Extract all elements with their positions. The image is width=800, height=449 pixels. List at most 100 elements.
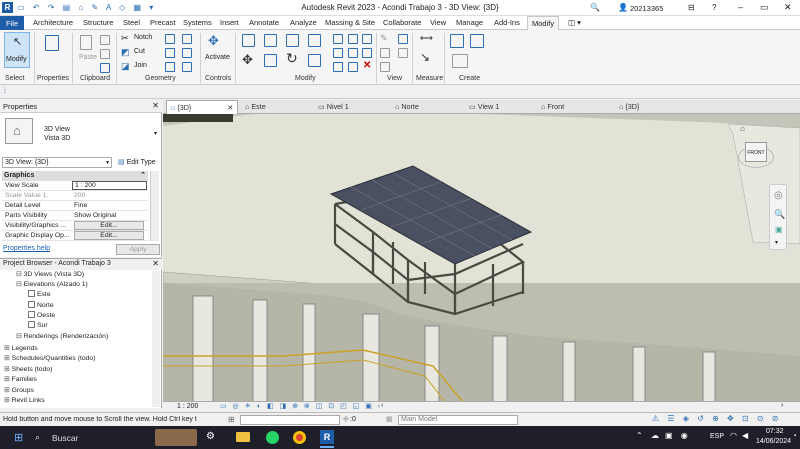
tab-analyze[interactable]: Analyze bbox=[290, 18, 317, 27]
minimize-button[interactable]: – bbox=[738, 2, 743, 12]
view-control-icons[interactable]: ▭ ◎ ☀ ◐ ◧ ◨ ⊕ ⊗ ◫ ⊡ ◰ ◱ ▣ ‹ bbox=[220, 402, 382, 410]
tab-insert[interactable]: Insert bbox=[220, 18, 239, 27]
volume-icon[interactable]: ◀ bbox=[742, 431, 748, 440]
measure-icon[interactable]: ⟷ bbox=[420, 33, 433, 44]
properties-help-link[interactable]: Properties help bbox=[3, 245, 50, 252]
browser-item[interactable]: ⊞ Legends bbox=[4, 344, 38, 352]
tab-steel[interactable]: Steel bbox=[123, 18, 140, 27]
delete-icon[interactable]: ✕ bbox=[363, 60, 371, 71]
close-icon[interactable]: ✕ bbox=[152, 101, 159, 110]
scroll-left-icon[interactable]: ‹ bbox=[381, 402, 383, 409]
tab-manage[interactable]: Manage bbox=[456, 18, 483, 27]
view-tab-este[interactable]: ⌂ Este bbox=[245, 102, 266, 111]
cut-geometry-icon[interactable]: ◩ bbox=[121, 47, 130, 58]
type-name-line2[interactable]: Vista 3D bbox=[44, 135, 70, 142]
browser-item[interactable]: ⊞ Revit Links bbox=[4, 396, 45, 404]
view-icon[interactable] bbox=[28, 311, 35, 318]
scroll-right-icon[interactable]: › bbox=[781, 402, 783, 409]
join-label[interactable]: Join bbox=[134, 62, 147, 69]
offset-icon[interactable] bbox=[264, 34, 277, 47]
graphic-display-edit-button[interactable]: Edit... bbox=[74, 231, 144, 240]
design-option-dropdown[interactable]: Main Model bbox=[398, 415, 518, 425]
tab-annotate[interactable]: Annotate bbox=[249, 18, 279, 27]
tray-chevron-icon[interactable]: ⌃ bbox=[636, 431, 643, 440]
whatsapp-icon[interactable] bbox=[266, 431, 279, 444]
create-assembly-icon[interactable] bbox=[450, 34, 464, 48]
expand-icon[interactable]: ⊟ bbox=[16, 271, 24, 278]
properties-button[interactable] bbox=[38, 32, 66, 68]
detail-level-value[interactable]: Fine bbox=[74, 202, 87, 209]
cut-geometry-label[interactable]: Cut bbox=[134, 48, 145, 55]
view-cube-face[interactable]: FRONT bbox=[745, 142, 767, 162]
help-icon[interactable]: ? bbox=[712, 3, 716, 12]
select-group-label[interactable]: Select bbox=[5, 75, 24, 82]
steering-wheel-icon[interactable]: ◎ bbox=[774, 190, 783, 201]
language-indicator[interactable]: ESP bbox=[710, 433, 724, 440]
view-tool-2-icon[interactable] bbox=[398, 48, 408, 58]
tab-modify[interactable]: Modify bbox=[527, 16, 560, 31]
modify-tool-button[interactable]: ↖ Modify bbox=[4, 32, 30, 68]
scale-icon[interactable] bbox=[333, 62, 343, 72]
tab-massing-site[interactable]: Massing & Site bbox=[325, 18, 375, 27]
tab-structure[interactable]: Structure bbox=[83, 18, 113, 27]
activate-label[interactable]: Activate bbox=[205, 54, 230, 61]
join-icon[interactable]: ◪ bbox=[121, 61, 130, 72]
browser-item[interactable]: ⊞ Groups bbox=[4, 386, 34, 394]
view-scale[interactable]: 1 : 200 bbox=[177, 403, 198, 410]
workset-dropdown[interactable] bbox=[240, 415, 340, 425]
align-icon[interactable] bbox=[242, 34, 255, 47]
type-selector-chevron-icon[interactable]: ▾ bbox=[154, 130, 157, 137]
trim-extend-icon[interactable] bbox=[348, 62, 358, 72]
geometry-tool-2-icon[interactable] bbox=[182, 34, 192, 44]
network-icon[interactable]: ☁ bbox=[651, 431, 659, 440]
notch-label[interactable]: Notch bbox=[134, 34, 152, 41]
cut-icon[interactable] bbox=[100, 49, 110, 59]
close-icon[interactable]: ✕ bbox=[227, 103, 233, 112]
tab-systems[interactable]: Systems bbox=[183, 18, 212, 27]
view-scale-input[interactable]: 1 : 200 bbox=[72, 181, 147, 190]
type-name-line1[interactable]: 3D View bbox=[44, 126, 70, 133]
selection-filter-icon[interactable]: ⊹ bbox=[343, 415, 349, 423]
status-tool-icons[interactable]: ⚠ ☰ ◈ ↺ ⊕ ✥ ⊡ ⊙ ⊘ bbox=[652, 414, 782, 423]
geometry-tool-1-icon[interactable] bbox=[165, 34, 175, 44]
nav-chevron-icon[interactable]: ▾ bbox=[775, 239, 778, 246]
taskbar-search[interactable]: ⌕ Buscar bbox=[30, 429, 150, 446]
browser-item[interactable]: Este bbox=[28, 290, 51, 298]
workset-icon[interactable]: ⊞ bbox=[228, 415, 235, 424]
user-icon[interactable]: 👤 bbox=[618, 3, 628, 12]
pin-icon[interactable] bbox=[348, 34, 358, 44]
tab-architecture[interactable]: Architecture bbox=[33, 18, 73, 27]
array-icon[interactable] bbox=[333, 48, 343, 58]
expand-icon[interactable]: ⊟ bbox=[16, 281, 24, 288]
match-type-icon[interactable] bbox=[100, 63, 110, 73]
move-icon[interactable]: ✥ bbox=[242, 52, 253, 68]
geometry-tool-3-icon[interactable] bbox=[165, 48, 175, 58]
contextual-tab-icon[interactable]: ◫ ▾ bbox=[568, 18, 581, 27]
zoom-icon[interactable]: 🔍 bbox=[774, 209, 785, 220]
browser-item[interactable]: ⊟ Renderings (Renderización) bbox=[16, 332, 108, 340]
3d-viewport[interactable]: FRONT ⌂ ◎ 🔍 ▣ ▾ bbox=[163, 114, 800, 402]
instance-selector[interactable]: 3D View: {3D} ▾ bbox=[2, 157, 112, 168]
search-icon[interactable]: 🔍 bbox=[590, 3, 600, 12]
browser-item[interactable]: Sur bbox=[28, 321, 48, 329]
cart-icon[interactable]: ⊟ bbox=[688, 3, 695, 12]
dimension-icon[interactable]: ↘ bbox=[420, 50, 430, 64]
split-icon[interactable] bbox=[333, 34, 343, 44]
mirror-draw-icon[interactable] bbox=[308, 34, 321, 47]
offset-2-icon[interactable] bbox=[362, 34, 372, 44]
paint-icon[interactable]: ✎ bbox=[380, 33, 388, 44]
rotate-icon[interactable]: ↻ bbox=[286, 50, 298, 67]
view-icon[interactable] bbox=[28, 301, 35, 308]
browser-item[interactable]: Oeste bbox=[28, 311, 55, 319]
view-icon[interactable] bbox=[28, 290, 35, 297]
trim-icon[interactable] bbox=[308, 54, 321, 67]
view-cube[interactable]: FRONT bbox=[738, 136, 774, 172]
geometry-tool-5-icon[interactable] bbox=[165, 62, 175, 72]
browser-item[interactable]: ⊞ Families bbox=[4, 375, 37, 383]
hide-element-icon[interactable] bbox=[380, 48, 390, 58]
view-tab-norte[interactable]: ⌂ Norte bbox=[395, 102, 419, 111]
browser-item[interactable]: ⊞ Sheets (todo) bbox=[4, 365, 52, 373]
view-tab-nivel-1[interactable]: ▭ Nivel 1 bbox=[318, 102, 349, 111]
home-icon[interactable]: ⌂ bbox=[740, 124, 745, 133]
edit-type-button[interactable]: ▤ Edit Type bbox=[116, 156, 160, 169]
